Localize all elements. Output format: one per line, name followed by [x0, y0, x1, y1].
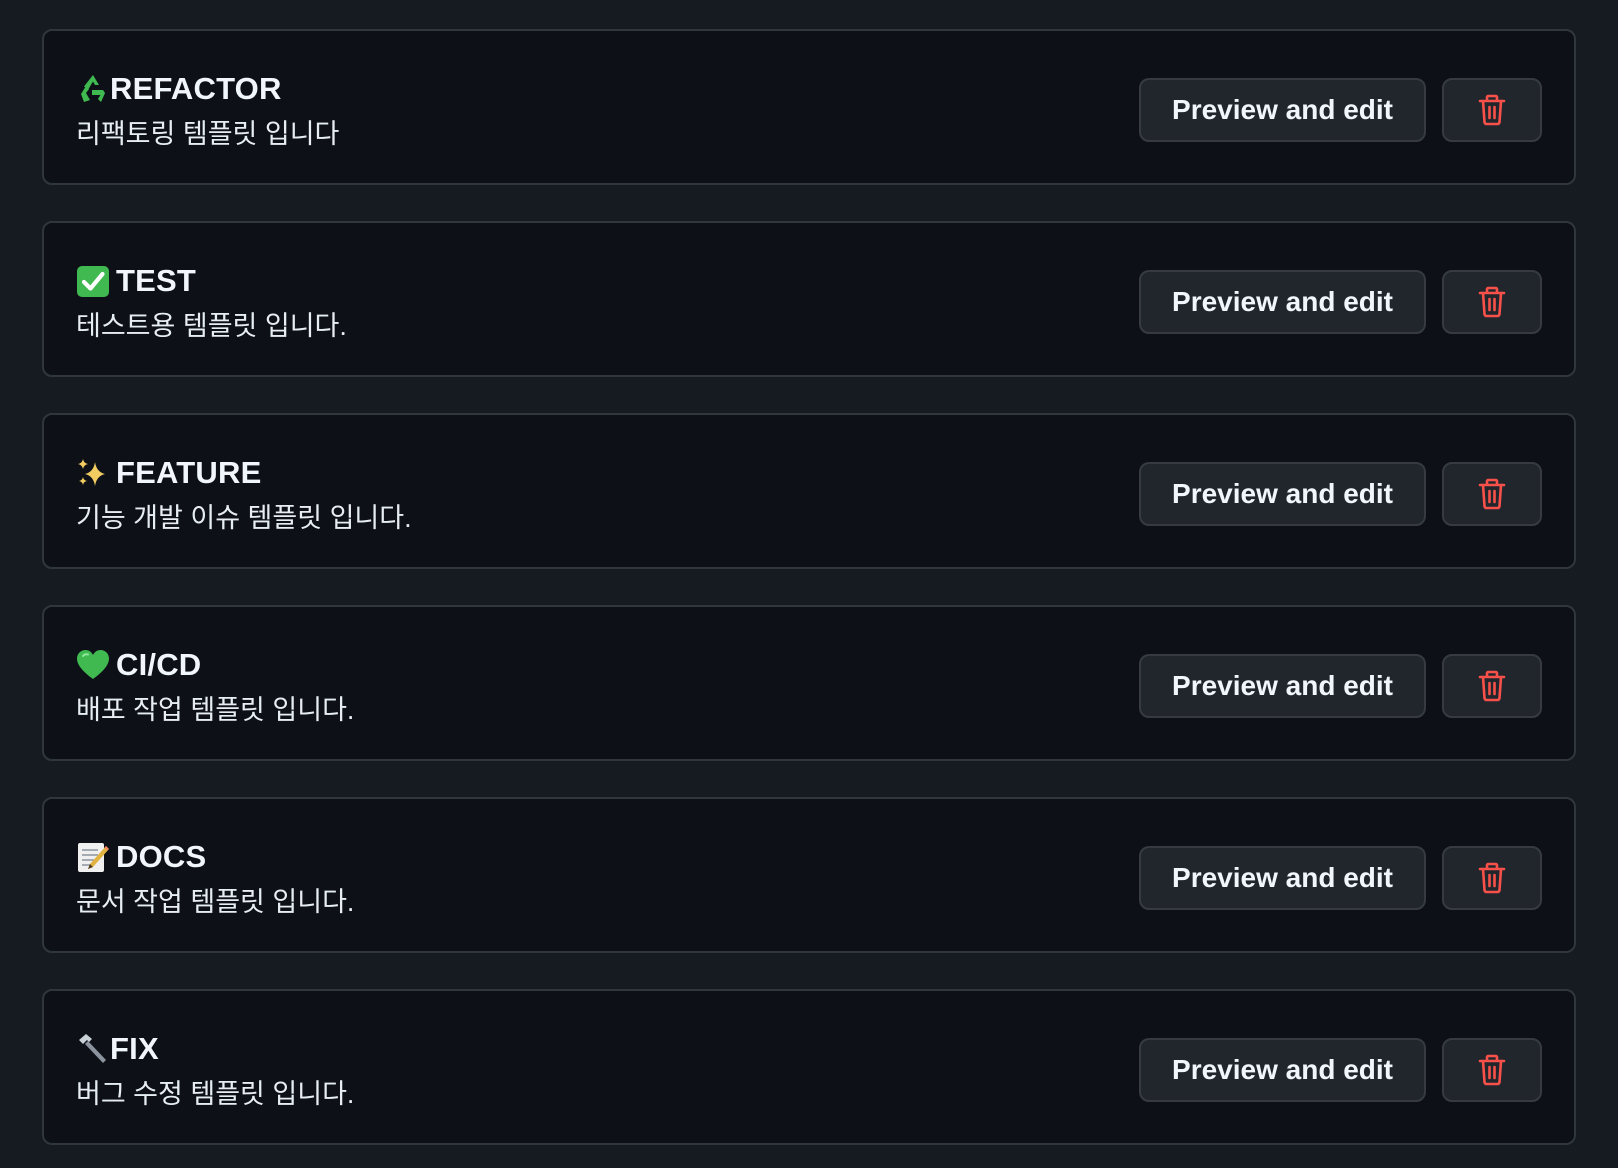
preview-and-edit-button[interactable]: Preview and edit — [1139, 462, 1426, 526]
delete-template-button[interactable] — [1442, 270, 1542, 334]
green-heart-icon — [76, 648, 110, 682]
template-card-fix: FIX 버그 수정 템플릿 입니다. Preview and edit — [42, 989, 1576, 1145]
preview-and-edit-button[interactable]: Preview and edit — [1139, 78, 1426, 142]
trash-icon — [1477, 862, 1507, 894]
trash-icon — [1477, 1054, 1507, 1086]
template-title: FEATURE — [76, 453, 412, 493]
template-actions: Preview and edit — [1139, 1038, 1542, 1102]
template-description: 테스트용 템플릿 입니다. — [76, 311, 347, 341]
preview-and-edit-button[interactable]: Preview and edit — [1139, 270, 1426, 334]
hammer-icon — [76, 1032, 110, 1066]
preview-and-edit-button[interactable]: Preview and edit — [1139, 654, 1426, 718]
template-title-text: FIX — [110, 1031, 159, 1066]
template-description: 문서 작업 템플릿 입니다. — [76, 887, 355, 917]
trash-icon — [1477, 94, 1507, 126]
delete-template-button[interactable] — [1442, 78, 1542, 142]
template-list: REFACTOR 리팩토링 템플릿 입니다 Preview and edit T… — [0, 0, 1618, 1168]
template-info: REFACTOR 리팩토링 템플릿 입니다 — [76, 69, 339, 151]
template-description: 버그 수정 템플릿 입니다. — [76, 1079, 355, 1109]
template-description: 기능 개발 이슈 템플릿 입니다. — [76, 503, 412, 533]
template-info: FEATURE 기능 개발 이슈 템플릿 입니다. — [76, 453, 412, 535]
template-title-text: CI/CD — [116, 647, 202, 682]
preview-and-edit-button[interactable]: Preview and edit — [1139, 1038, 1426, 1102]
template-title: FIX — [76, 1029, 354, 1069]
template-card-refactor: REFACTOR 리팩토링 템플릿 입니다 Preview and edit — [42, 29, 1576, 185]
template-title: TEST — [76, 261, 347, 301]
sparkles-icon — [76, 456, 110, 490]
delete-template-button[interactable] — [1442, 462, 1542, 526]
recycle-icon — [76, 72, 110, 106]
template-description: 리팩토링 템플릿 입니다 — [76, 119, 340, 149]
template-actions: Preview and edit — [1139, 270, 1542, 334]
template-card-docs: DOCS 문서 작업 템플릿 입니다. Preview and edit — [42, 797, 1576, 953]
template-title: REFACTOR — [76, 69, 339, 109]
template-info: FIX 버그 수정 템플릿 입니다. — [76, 1029, 354, 1111]
trash-icon — [1477, 670, 1507, 702]
template-info: CI/CD 배포 작업 템플릿 입니다. — [76, 645, 354, 727]
template-card-test: TEST 테스트용 템플릿 입니다. Preview and edit — [42, 221, 1576, 377]
trash-icon — [1477, 286, 1507, 318]
template-info: TEST 테스트용 템플릿 입니다. — [76, 261, 347, 343]
template-actions: Preview and edit — [1139, 78, 1542, 142]
template-title-text: REFACTOR — [110, 71, 282, 106]
template-description: 배포 작업 템플릿 입니다. — [76, 695, 355, 725]
template-actions: Preview and edit — [1139, 654, 1542, 718]
preview-and-edit-button[interactable]: Preview and edit — [1139, 846, 1426, 910]
memo-icon — [76, 840, 110, 874]
template-title-text: FEATURE — [116, 455, 262, 490]
template-card-cicd: CI/CD 배포 작업 템플릿 입니다. Preview and edit — [42, 605, 1576, 761]
delete-template-button[interactable] — [1442, 1038, 1542, 1102]
template-title-text: TEST — [116, 263, 197, 298]
template-title-text: DOCS — [116, 839, 207, 874]
template-title: DOCS — [76, 837, 354, 877]
delete-template-button[interactable] — [1442, 846, 1542, 910]
template-card-feature: FEATURE 기능 개발 이슈 템플릿 입니다. Preview and ed… — [42, 413, 1576, 569]
delete-template-button[interactable] — [1442, 654, 1542, 718]
check-mark-icon — [76, 264, 110, 298]
template-actions: Preview and edit — [1139, 846, 1542, 910]
template-actions: Preview and edit — [1139, 462, 1542, 526]
template-info: DOCS 문서 작업 템플릿 입니다. — [76, 837, 354, 919]
trash-icon — [1477, 478, 1507, 510]
template-title: CI/CD — [76, 645, 354, 685]
